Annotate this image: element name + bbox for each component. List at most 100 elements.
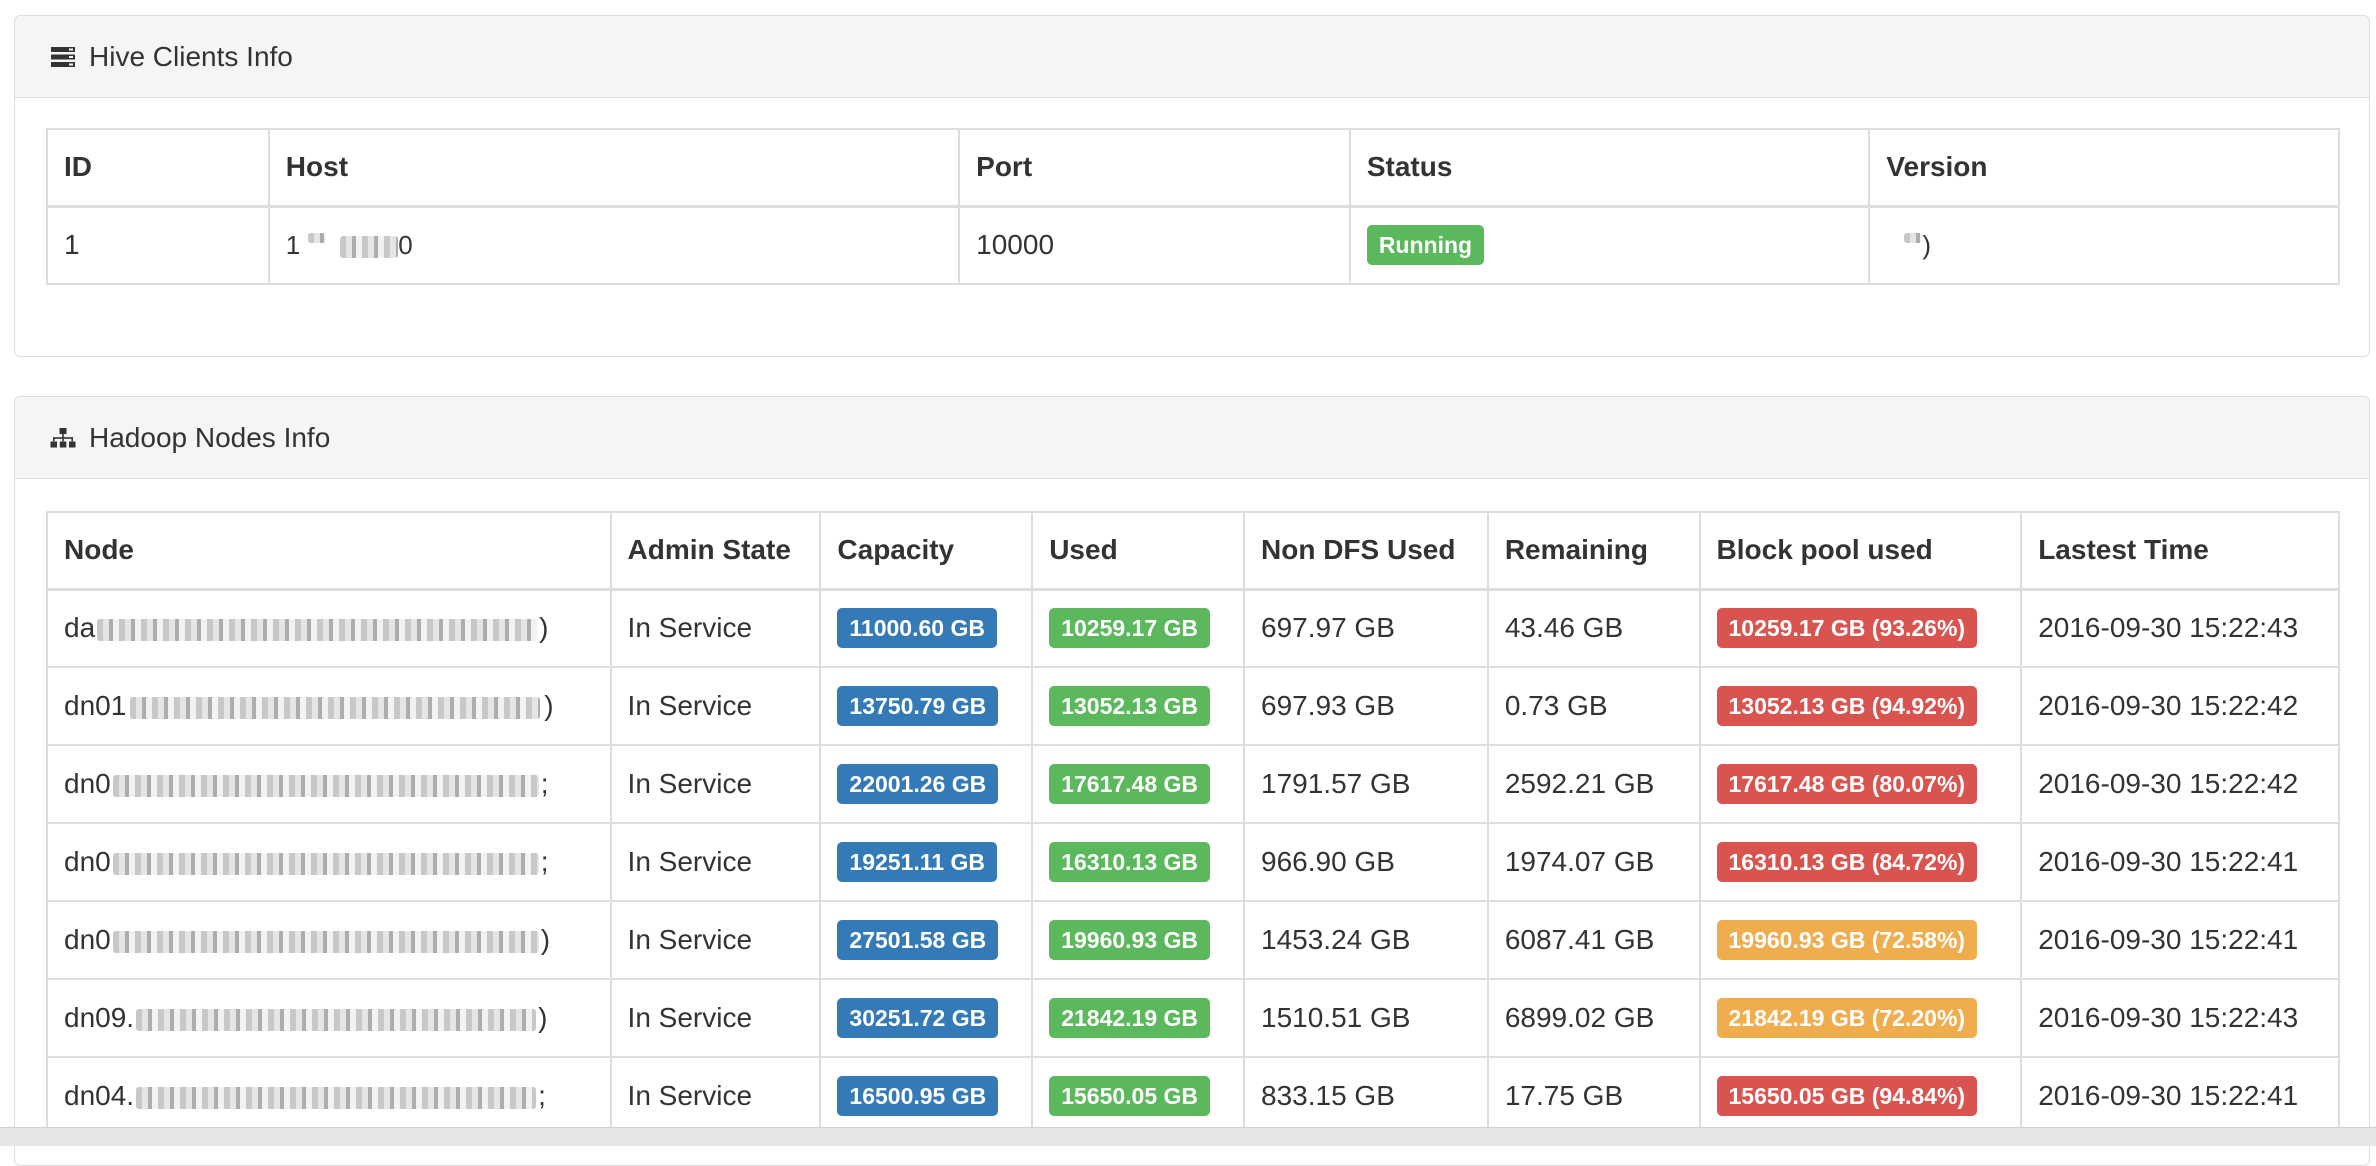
column-header-remaining: Remaining bbox=[1486, 511, 1701, 591]
cell-block-pool-used: 21842.19 GB (72.20%) bbox=[1698, 978, 2023, 1058]
hive-clients-panel: Hive Clients Info ID Host Port Status Ve… bbox=[14, 15, 2370, 357]
column-header-admin-state: Admin State bbox=[609, 511, 822, 591]
block-pool-badge: 17617.48 GB (80.07%) bbox=[1716, 764, 1978, 804]
used-badge: 17617.48 GB bbox=[1049, 764, 1211, 804]
cell-node: da) bbox=[46, 588, 612, 668]
server-icon bbox=[49, 45, 77, 69]
capacity-badge: 27501.58 GB bbox=[837, 920, 999, 960]
cell-id: 1 bbox=[46, 205, 270, 285]
redacted-text bbox=[130, 696, 541, 719]
used-badge: 13052.13 GB bbox=[1049, 686, 1211, 726]
table-row: dn0; In Service 19251.11 GB 16310.13 GB … bbox=[46, 822, 2340, 902]
cell-remaining: 0.73 GB bbox=[1486, 666, 1701, 746]
cell-status: Running bbox=[1348, 205, 1871, 285]
redacted-text bbox=[136, 1086, 537, 1109]
cell-remaining: 6087.41 GB bbox=[1486, 900, 1701, 980]
cell-admin-state: In Service bbox=[609, 1056, 822, 1136]
hive-clients-panel-heading: Hive Clients Info bbox=[15, 16, 2369, 98]
cell-capacity: 30251.72 GB bbox=[819, 978, 1034, 1058]
cell-remaining: 6899.02 GB bbox=[1486, 978, 1701, 1058]
cell-block-pool-used: 17617.48 GB (80.07%) bbox=[1698, 744, 2023, 824]
column-header-version: Version bbox=[1868, 128, 2340, 208]
cell-latest-time: 2016-09-30 15:22:41 bbox=[2020, 1056, 2340, 1136]
cell-admin-state: In Service bbox=[609, 900, 822, 980]
table-row: 1 10 10000 Running ) bbox=[46, 205, 2340, 285]
cell-non-dfs-used: 1791.57 GB bbox=[1243, 744, 1489, 824]
cell-capacity: 16500.95 GB bbox=[819, 1056, 1034, 1136]
used-badge: 16310.13 GB bbox=[1049, 842, 1211, 882]
hive-clients-table: ID Host Port Status Version 1 10 10000 R… bbox=[46, 128, 2340, 285]
used-badge: 15650.05 GB bbox=[1049, 1076, 1211, 1116]
node-name-prefix: dn04. bbox=[64, 1080, 135, 1111]
cell-block-pool-used: 13052.13 GB (94.92%) bbox=[1698, 666, 2023, 746]
cell-used: 19960.93 GB bbox=[1031, 900, 1245, 980]
node-name-suffix: ; bbox=[538, 1080, 546, 1111]
column-header-status: Status bbox=[1348, 128, 1871, 208]
cell-block-pool-used: 10259.17 GB (93.26%) bbox=[1698, 588, 2023, 668]
cell-host: 10 bbox=[267, 205, 961, 285]
cell-used: 17617.48 GB bbox=[1031, 744, 1245, 824]
node-name-prefix: dn0 bbox=[64, 846, 111, 877]
redacted-text bbox=[1904, 233, 1923, 244]
table-row: dn04.; In Service 16500.95 GB 15650.05 G… bbox=[46, 1056, 2340, 1136]
node-name-suffix: ) bbox=[540, 924, 551, 955]
cell-latest-time: 2016-09-30 15:22:42 bbox=[2020, 744, 2340, 824]
cell-used: 10259.17 GB bbox=[1031, 588, 1245, 668]
capacity-badge: 30251.72 GB bbox=[837, 998, 999, 1038]
cell-block-pool-used: 15650.05 GB (94.84%) bbox=[1698, 1056, 2023, 1136]
block-pool-badge: 13052.13 GB (94.92%) bbox=[1716, 686, 1978, 726]
cell-capacity: 13750.79 GB bbox=[819, 666, 1034, 746]
cell-remaining: 2592.21 GB bbox=[1486, 744, 1701, 824]
cell-admin-state: In Service bbox=[609, 744, 822, 824]
cell-capacity: 27501.58 GB bbox=[819, 900, 1034, 980]
sitemap-icon bbox=[49, 426, 77, 450]
status-badge: Running bbox=[1366, 225, 1485, 266]
cell-port: 10000 bbox=[958, 205, 1351, 285]
cell-node: dn09.) bbox=[46, 978, 612, 1058]
cell-used: 16310.13 GB bbox=[1031, 822, 1245, 902]
cell-node: dn0; bbox=[46, 822, 612, 902]
capacity-badge: 19251.11 GB bbox=[837, 842, 997, 882]
cell-non-dfs-used: 833.15 GB bbox=[1243, 1056, 1489, 1136]
column-header-host: Host bbox=[267, 128, 961, 208]
hive-clients-title: Hive Clients Info bbox=[89, 40, 293, 72]
table-row: da) In Service 11000.60 GB 10259.17 GB 6… bbox=[46, 588, 2340, 668]
column-header-port: Port bbox=[958, 128, 1351, 208]
cell-admin-state: In Service bbox=[609, 588, 822, 668]
cell-used: 13052.13 GB bbox=[1031, 666, 1245, 746]
cell-node: dn0; bbox=[46, 744, 612, 824]
hadoop-nodes-table: Node Admin State Capacity Used Non DFS U… bbox=[46, 511, 2340, 1136]
hadoop-nodes-panel-heading: Hadoop Nodes Info bbox=[15, 397, 2369, 479]
node-name-prefix: dn01 bbox=[64, 690, 127, 721]
capacity-badge: 16500.95 GB bbox=[837, 1076, 999, 1116]
cell-remaining: 1974.07 GB bbox=[1486, 822, 1701, 902]
cell-non-dfs-used: 697.97 GB bbox=[1243, 588, 1489, 668]
node-name-prefix: dn0 bbox=[64, 924, 111, 955]
cell-capacity: 22001.26 GB bbox=[819, 744, 1034, 824]
column-header-capacity: Capacity bbox=[819, 511, 1034, 591]
cell-node: dn04.; bbox=[46, 1056, 612, 1136]
node-name-suffix: ; bbox=[540, 846, 549, 877]
block-pool-badge: 15650.05 GB (94.84%) bbox=[1716, 1076, 1978, 1116]
cell-latest-time: 2016-09-30 15:22:41 bbox=[2020, 822, 2340, 902]
cell-admin-state: In Service bbox=[609, 666, 822, 746]
cell-block-pool-used: 16310.13 GB (84.72%) bbox=[1698, 822, 2023, 902]
capacity-badge: 22001.26 GB bbox=[837, 764, 999, 804]
node-name-prefix: da bbox=[64, 612, 96, 644]
used-badge: 19960.93 GB bbox=[1049, 920, 1211, 960]
cell-latest-time: 2016-09-30 15:22:41 bbox=[2020, 900, 2340, 980]
cell-capacity: 11000.60 GB bbox=[819, 588, 1034, 668]
node-name-suffix: ; bbox=[540, 768, 549, 799]
redacted-text bbox=[136, 1008, 537, 1031]
cell-non-dfs-used: 1510.51 GB bbox=[1243, 978, 1489, 1058]
cell-non-dfs-used: 1453.24 GB bbox=[1243, 900, 1489, 980]
table-row: dn0; In Service 22001.26 GB 17617.48 GB … bbox=[46, 744, 2340, 824]
node-name-prefix: dn0 bbox=[64, 768, 111, 799]
cell-remaining: 17.75 GB bbox=[1486, 1056, 1701, 1136]
horizontal-scrollbar[interactable] bbox=[0, 1127, 2376, 1146]
cell-used: 21842.19 GB bbox=[1031, 978, 1245, 1058]
block-pool-badge: 21842.19 GB (72.20%) bbox=[1716, 998, 1978, 1038]
node-name-suffix: ) bbox=[539, 612, 549, 644]
cell-admin-state: In Service bbox=[609, 822, 822, 902]
redacted-text bbox=[112, 774, 539, 797]
